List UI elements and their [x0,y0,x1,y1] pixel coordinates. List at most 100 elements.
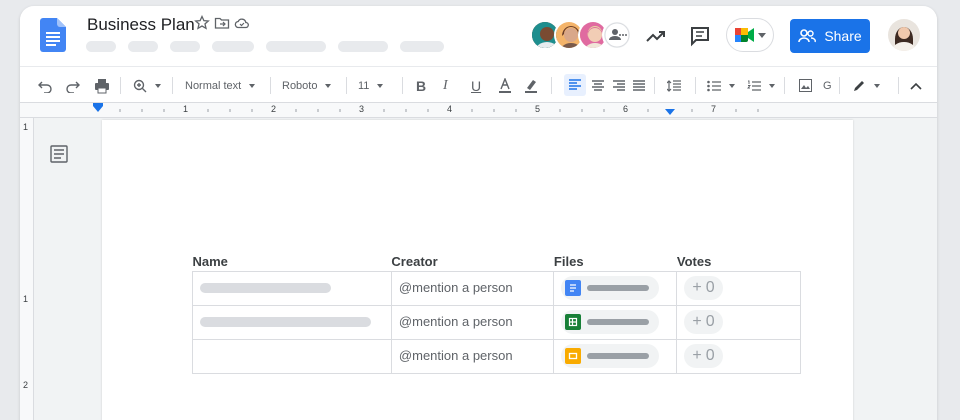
menu-bar [86,41,444,52]
vote-button[interactable]: +0 [684,276,723,300]
mention-placeholder: @mention a person [398,280,513,295]
menu-item-file[interactable] [86,41,116,52]
meet-icon [735,28,754,42]
docs-file-icon [565,280,582,296]
chevron-down-icon [758,26,766,44]
slides-file-icon [565,348,582,364]
vote-button[interactable]: +0 [684,344,723,368]
document-outline-icon[interactable] [50,145,68,163]
creator-cell[interactable]: @mention a person [390,270,555,306]
vote-count: 0 [705,347,715,364]
underline-icon[interactable]: U [471,67,481,104]
numbered-list-dropdown[interactable] [747,67,775,104]
cloud-saved-icon[interactable] [234,15,250,31]
pencil-icon [854,80,864,91]
ruler-mark: 1 [23,294,29,304]
ruler-mark: 5 [535,104,541,114]
first-line-indent-marker [93,103,103,106]
line-spacing-icon[interactable] [667,67,681,104]
people-icon [798,29,817,43]
move-folder-icon[interactable] [214,15,230,31]
file-chip[interactable] [561,276,660,300]
ruler-mark: 2 [23,380,29,390]
table[interactable]: Name Creator Files Votes @mention a pers… [192,252,801,374]
files-cell[interactable] [553,304,678,340]
redo-icon[interactable] [66,67,80,104]
menu-item-help[interactable] [400,41,444,52]
account-avatar[interactable] [888,19,920,51]
align-left-icon[interactable] [564,74,586,96]
align-center-icon[interactable] [592,67,604,104]
more-collaborators-avatar[interactable] [602,20,632,50]
vertical-ruler[interactable]: 1 1 2 [20,118,34,420]
zoom-icon [133,79,147,92]
title-bar: Business Plan Share [20,6,937,66]
star-icon[interactable] [194,14,210,31]
paragraph-style-dropdown[interactable]: Normal text [185,67,255,104]
file-name-placeholder [587,319,650,325]
undo-icon[interactable] [38,67,52,104]
insert-image-icon[interactable] [799,67,812,104]
formatting-toolbar: Normal text Roboto 11 B I U G [20,66,937,103]
ruler-mark: 2 [271,104,277,114]
votes-cell[interactable]: +0 [676,338,801,374]
plus-icon: + [692,313,702,330]
activity-trend-icon[interactable] [644,24,668,48]
align-justify-icon[interactable] [633,67,645,104]
name-cell[interactable] [192,270,392,306]
mention-placeholder: @mention a person [398,314,513,329]
font-size-dropdown[interactable]: 11 [358,67,383,104]
align-right-icon[interactable] [613,67,625,104]
name-placeholder [200,317,371,327]
meet-button[interactable] [726,18,774,52]
font-family-label: Roboto [282,79,318,92]
menu-item-tools[interactable] [338,41,388,52]
ruler-mark: 7 [711,104,717,114]
ruler-mark: 4 [447,104,453,114]
menu-item-view[interactable] [170,41,200,52]
ruler-ticks [93,103,759,115]
collapse-toolbar-icon[interactable] [910,67,922,104]
votes-cell[interactable]: +0 [676,270,801,306]
menu-item-edit[interactable] [128,41,158,52]
docs-logo-icon[interactable] [40,18,66,52]
highlight-icon[interactable] [524,67,538,104]
clear-formatting-icon[interactable]: G [823,67,832,104]
document-title[interactable]: Business Plan [87,15,195,35]
share-button[interactable]: Share [790,19,870,53]
bulleted-list-dropdown[interactable] [707,67,735,104]
name-cell[interactable] [192,304,392,340]
sheets-file-icon [565,314,582,330]
document-page[interactable]: Name Creator Files Votes @mention a pers… [102,120,853,420]
files-cell[interactable] [553,338,678,374]
ruler-mark: 1 [23,122,29,132]
name-cell[interactable] [192,338,392,374]
italic-icon[interactable]: I [443,67,448,104]
file-chip[interactable] [561,310,660,334]
menu-item-insert[interactable] [212,41,254,52]
files-cell[interactable] [553,270,678,306]
file-name-placeholder [587,353,650,359]
numbered-list-icon [747,80,761,91]
print-icon[interactable] [94,67,110,104]
creator-cell[interactable]: @mention a person [390,338,555,374]
plus-icon: + [692,279,702,296]
plus-icon: + [692,347,702,364]
title-actions [194,14,250,31]
table-row: @mention a person +0 [192,270,801,306]
collaborator-avatars [530,20,632,50]
vote-count: 0 [705,313,715,330]
ruler-mark: 6 [623,104,629,114]
text-color-icon[interactable] [498,67,512,104]
editing-mode-dropdown[interactable] [852,67,880,104]
bold-icon[interactable]: B [416,67,426,104]
vote-button[interactable]: +0 [684,310,723,334]
creator-cell[interactable]: @mention a person [390,304,555,340]
file-chip[interactable] [561,344,660,368]
votes-cell[interactable]: +0 [676,304,801,340]
comments-icon[interactable] [688,24,712,48]
font-family-dropdown[interactable]: Roboto [282,67,331,104]
zoom-dropdown[interactable] [133,67,161,104]
horizontal-ruler[interactable]: 1 2 3 4 5 6 7 [20,103,937,118]
menu-item-format[interactable] [266,41,326,52]
